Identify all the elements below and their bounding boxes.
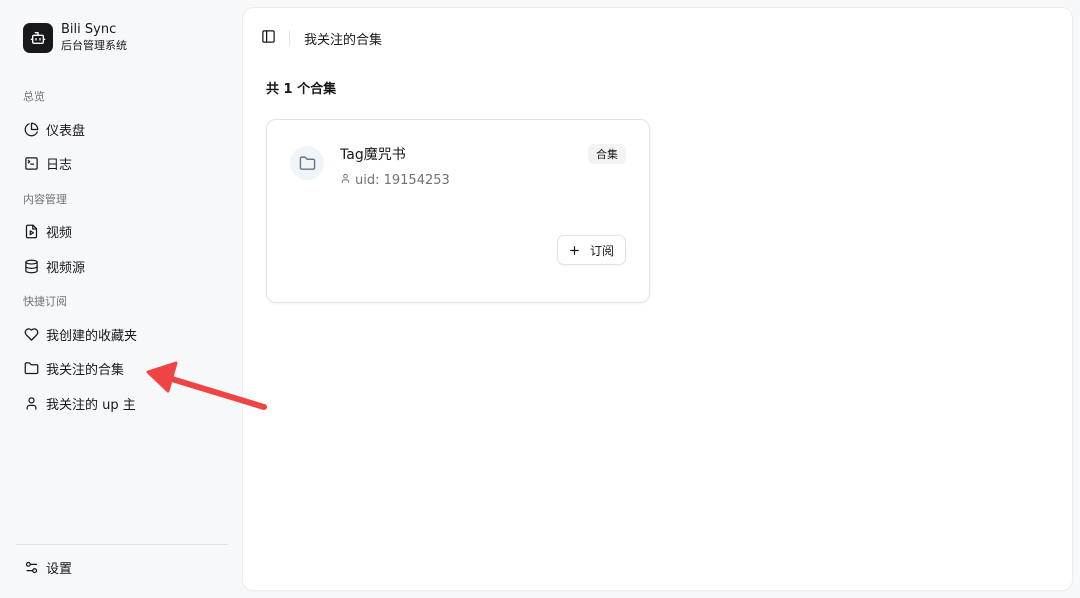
sidebar-item-logs[interactable]: 日志 [16,149,228,177]
plus-icon [568,243,582,257]
panel-left-icon [261,29,276,48]
subscribe-button-label: 订阅 [589,243,614,258]
collection-card: Tag魔咒书 uid: 19154253 合集 订阅 [266,119,650,303]
main-panel: 我关注的合集 共 1 个合集 Tag魔咒书 uid: 19154253 合集 订… [243,8,1072,590]
database-icon [23,258,39,274]
collection-count: 共 1 个合集 [266,82,337,97]
app-root: Bili Sync 后台管理系统 总览 仪表盘 日志 内容管理 视频 视频源 快… [0,0,1080,598]
collection-type-badge: 合集 [588,144,626,164]
page-title: 我关注的合集 [304,32,383,48]
group-label-overview: 总览 [23,90,45,103]
bot-icon [23,22,53,53]
group-label-content: 内容管理 [23,193,67,206]
folder-icon [290,146,324,180]
sidebar-item-settings[interactable]: 设置 [16,553,228,581]
topbar: 我关注的合集 [259,28,382,48]
sidebar: Bili Sync 后台管理系统 总览 仪表盘 日志 内容管理 视频 视频源 快… [0,0,243,598]
annotation-arrow-icon [146,361,267,410]
sidebar-item-label: 视频源 [46,260,86,276]
sidebar-item-videos[interactable]: 视频 [16,217,228,245]
topbar-separator [289,30,290,46]
sidebar-item-label: 日志 [46,157,73,173]
heart-icon [23,326,39,342]
sidebar-item-label: 视频 [46,225,73,241]
sidebar-divider [16,544,228,545]
brand-name: Bili Sync [61,22,117,37]
sidebar-item-label: 我关注的 up 主 [46,397,136,413]
subscribe-button[interactable]: 订阅 [556,235,626,265]
sidebar-item-label: 设置 [46,561,73,577]
uid-text: uid: 19154253 [355,173,450,188]
terminal-icon [23,155,39,171]
sidebar-item-label: 我创建的收藏夹 [46,328,138,344]
collection-title: Tag魔咒书 [340,147,406,163]
group-label-quick-subscribe: 快捷订阅 [23,295,67,308]
user-icon [23,395,39,411]
sidebar-item-label: 仪表盘 [46,123,86,139]
collection-uid: uid: 19154253 [340,173,450,188]
user-icon [340,173,351,188]
sidebar-item-my-favorites[interactable]: 我创建的收藏夹 [16,320,228,348]
pie-chart-icon [23,121,39,137]
sidebar-item-video-sources[interactable]: 视频源 [16,252,228,280]
sidebar-item-label: 我关注的合集 [46,362,125,378]
sidebar-item-dashboard[interactable]: 仪表盘 [16,115,228,143]
brand[interactable]: Bili Sync 后台管理系统 [23,22,127,53]
folder-icon [23,360,39,376]
sidebar-toggle-button[interactable] [259,29,277,47]
brand-subtitle: 后台管理系统 [61,39,127,52]
brand-text: Bili Sync 后台管理系统 [61,22,127,53]
file-video-icon [23,223,39,239]
settings-sliders-icon [23,559,39,575]
